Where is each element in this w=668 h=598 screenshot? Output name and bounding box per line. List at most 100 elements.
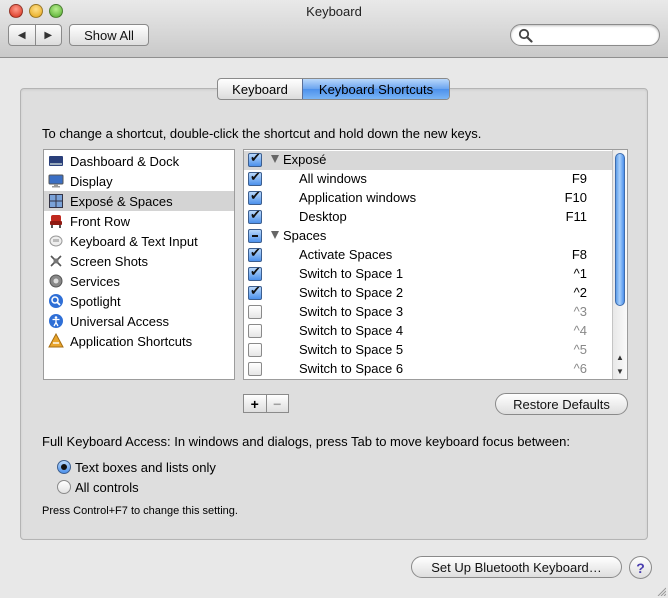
forward-arrow-icon: ▶ (44, 29, 53, 41)
shortcut-row[interactable]: Switch to Space 2 ^2 (244, 284, 612, 303)
disclosure-triangle-icon[interactable] (271, 155, 279, 163)
category-label: Front Row (70, 213, 130, 229)
shortcut-checkbox[interactable] (248, 324, 262, 338)
shortcut-row[interactable]: Application windows F10 (244, 189, 612, 208)
group-checkbox-expose[interactable] (248, 151, 262, 167)
search-input[interactable] (535, 27, 653, 43)
shortcut-checkbox[interactable] (248, 362, 262, 376)
show-all-button[interactable]: Show All (69, 24, 149, 46)
shortcut-row[interactable]: Switch to Space 5 ^5 (244, 341, 612, 360)
setup-bluetooth-keyboard-button[interactable]: Set Up Bluetooth Keyboard… (411, 556, 622, 578)
remove-shortcut-button[interactable]: − (265, 395, 289, 412)
shortcut-row[interactable]: Switch to Space 1 ^1 (244, 265, 612, 284)
category-screen-shots[interactable]: Screen Shots (44, 251, 234, 271)
category-universal-access[interactable]: Universal Access (44, 311, 234, 331)
help-button[interactable]: ? (629, 556, 652, 579)
category-expose-spaces[interactable]: Exposé & Spaces (44, 191, 234, 211)
keyboard-access-hint: Press Control+F7 to change this setting. (42, 505, 238, 517)
shortcut-table[interactable]: Exposé All windows F9 Application window… (243, 149, 628, 380)
shortcut-key[interactable]: ^1 (527, 266, 587, 281)
shortcut-checkbox[interactable] (248, 208, 262, 224)
category-keyboard-text-input[interactable]: Keyboard & Text Input (44, 231, 234, 251)
shortcut-row[interactable]: Switch to Space 6 ^6 (244, 360, 612, 379)
category-application-shortcuts[interactable]: Application Shortcuts (44, 331, 234, 351)
search-field[interactable] (510, 24, 660, 46)
shortcut-row[interactable]: Activate Spaces F8 (244, 246, 612, 265)
category-services[interactable]: Services (44, 271, 234, 291)
camera-icon (48, 253, 64, 269)
spotlight-icon (48, 293, 64, 309)
shortcut-key[interactable]: ^3 (527, 304, 587, 319)
shortcut-checkbox[interactable] (248, 265, 262, 281)
shortcut-label: Switch to Space 3 (299, 304, 404, 319)
radio-button[interactable] (57, 480, 71, 494)
resize-grip-icon[interactable] (656, 586, 666, 596)
shortcut-label: Activate Spaces (299, 247, 393, 262)
shortcut-label: Switch to Space 6 (299, 361, 404, 376)
shortcut-checkbox[interactable] (248, 343, 262, 357)
scroll-up-arrow-icon[interactable]: ▲ (613, 350, 627, 364)
category-label: Screen Shots (70, 253, 149, 269)
shortcut-checkbox[interactable] (248, 189, 262, 205)
shortcut-group-expose[interactable]: Exposé (244, 151, 612, 170)
group-label: Exposé (283, 152, 327, 167)
forward-button[interactable]: ▶ (34, 25, 62, 45)
app-shortcuts-icon (48, 333, 64, 349)
shortcut-checkbox[interactable] (248, 170, 262, 186)
shortcut-label: Application windows (299, 190, 417, 205)
shortcut-key[interactable]: F9 (527, 171, 587, 186)
window-toolbar: Keyboard ◀ ▶ Show All (0, 0, 668, 58)
shortcut-group-spaces[interactable]: Spaces (244, 227, 612, 246)
category-label: Dashboard & Dock (70, 153, 180, 169)
shortcut-checkbox[interactable] (248, 246, 262, 262)
category-label: Spotlight (70, 293, 121, 309)
shortcut-key[interactable]: F8 (527, 247, 587, 262)
shortcut-row[interactable]: Switch to Space 3 ^3 (244, 303, 612, 322)
radio-button[interactable] (57, 460, 71, 474)
instructions-text: To change a shortcut, double-click the s… (42, 126, 482, 141)
scroll-down-arrow-icon[interactable]: ▼ (613, 364, 627, 378)
shortcut-category-list[interactable]: Dashboard & Dock Display Exposé & Spaces… (43, 149, 235, 380)
radio-label: All controls (75, 479, 139, 495)
radio-text-boxes-lists[interactable]: Text boxes and lists only (57, 458, 216, 476)
category-label: Services (70, 273, 120, 289)
category-spotlight[interactable]: Spotlight (44, 291, 234, 311)
scrollbar-thumb[interactable] (615, 153, 625, 306)
shortcut-row[interactable]: Desktop F11 (244, 208, 612, 227)
category-front-row[interactable]: Front Row (44, 211, 234, 231)
keyboard-icon (48, 233, 64, 249)
tab-keyboard[interactable]: Keyboard (218, 79, 302, 99)
shortcut-key[interactable]: ^4 (527, 323, 587, 338)
search-icon (518, 28, 533, 43)
radio-all-controls[interactable]: All controls (57, 478, 139, 496)
category-label: Keyboard & Text Input (70, 233, 198, 249)
radio-label: Text boxes and lists only (75, 459, 216, 475)
shortcut-key[interactable]: ^6 (527, 361, 587, 376)
shortcut-label: Switch to Space 1 (299, 266, 404, 281)
shortcut-key[interactable]: F11 (527, 209, 587, 224)
add-shortcut-button[interactable]: + (244, 395, 266, 412)
category-label: Display (70, 173, 113, 189)
group-checkbox-spaces[interactable] (248, 229, 262, 243)
shortcut-key[interactable]: ^2 (527, 285, 587, 300)
restore-defaults-button[interactable]: Restore Defaults (495, 393, 628, 415)
shortcut-key[interactable]: ^5 (527, 342, 587, 357)
tab-keyboard-shortcuts[interactable]: Keyboard Shortcuts (302, 79, 449, 99)
accessibility-icon (48, 313, 64, 329)
shortcut-key[interactable]: F10 (527, 190, 587, 205)
shortcut-row[interactable]: Switch to Space 4 ^4 (244, 322, 612, 341)
shortcut-checkbox[interactable] (248, 284, 262, 300)
shortcut-table-scrollbar[interactable]: ▲ ▼ (612, 150, 627, 379)
category-label: Exposé & Spaces (70, 193, 173, 209)
gear-icon (48, 273, 64, 289)
shortcut-row[interactable]: All windows F9 (244, 170, 612, 189)
shortcut-checkbox[interactable] (248, 305, 262, 319)
category-display[interactable]: Display (44, 171, 234, 191)
dashboard-icon (48, 153, 64, 169)
back-button[interactable]: ◀ (9, 25, 35, 45)
shortcut-label: All windows (299, 171, 367, 186)
category-dashboard-dock[interactable]: Dashboard & Dock (44, 151, 234, 171)
tab-bar: Keyboard Keyboard Shortcuts (217, 78, 450, 100)
category-label: Application Shortcuts (70, 333, 193, 349)
disclosure-triangle-icon[interactable] (271, 231, 279, 239)
